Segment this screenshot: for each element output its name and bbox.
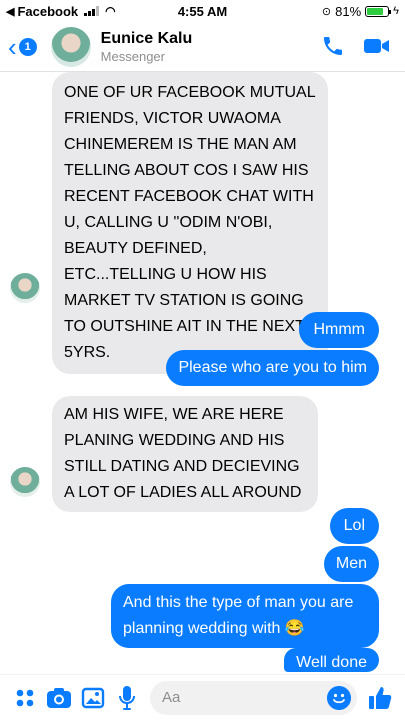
battery-percent: 81% bbox=[335, 3, 362, 19]
image-icon[interactable] bbox=[76, 681, 110, 715]
back-to-app-icon[interactable]: ◀ bbox=[6, 5, 14, 18]
composer-bar: Aa bbox=[0, 674, 405, 720]
message-outgoing[interactable]: Hmmm bbox=[299, 312, 379, 348]
emoji-icon[interactable] bbox=[327, 685, 351, 710]
thumbs-up-icon[interactable] bbox=[363, 681, 397, 715]
four-dots-icon[interactable] bbox=[8, 681, 42, 715]
conversation-header: ‹ 1 Eunice Kalu Messenger bbox=[0, 22, 405, 72]
alarm-icon: ⊙ bbox=[321, 5, 332, 18]
sender-avatar[interactable] bbox=[10, 467, 40, 497]
sender-avatar[interactable] bbox=[10, 273, 40, 303]
wifi-icon: ◠ bbox=[105, 4, 116, 18]
camera-icon[interactable] bbox=[42, 681, 76, 715]
status-left: ◀ Facebook ◠ bbox=[6, 4, 116, 19]
contact-info[interactable]: Eunice Kalu Messenger bbox=[101, 30, 193, 64]
status-bar: ◀ Facebook ◠ 4:55 AM ⊙ 81% ϟ bbox=[0, 0, 405, 22]
charging-icon: ϟ bbox=[393, 5, 399, 17]
signal-icon bbox=[84, 6, 100, 16]
chevron-left-icon[interactable]: ‹ bbox=[8, 34, 17, 60]
video-camera-icon[interactable] bbox=[363, 34, 391, 58]
battery-fill bbox=[367, 7, 384, 15]
message-outgoing[interactable]: Well done bbox=[284, 648, 379, 672]
message-outgoing[interactable]: Please who are you to him bbox=[166, 350, 379, 386]
message-incoming[interactable]: AM HIS WIFE, WE ARE HERE PLANING WEDDING… bbox=[52, 396, 318, 512]
microphone-icon[interactable] bbox=[110, 681, 144, 715]
message-outgoing[interactable]: Men bbox=[323, 546, 379, 582]
unread-count-badge[interactable]: 1 bbox=[18, 37, 37, 56]
contact-name[interactable]: Eunice Kalu bbox=[101, 30, 193, 48]
contact-subtitle: Messenger bbox=[100, 48, 165, 64]
avatar[interactable] bbox=[50, 26, 91, 67]
message-input-placeholder: Aa bbox=[162, 689, 181, 706]
back-button[interactable]: ‹ 1 bbox=[8, 34, 37, 60]
battery-icon bbox=[365, 5, 392, 17]
phone-icon[interactable] bbox=[321, 34, 345, 58]
message-input[interactable]: Aa bbox=[150, 680, 357, 715]
status-right: ⊙ 81% ϟ bbox=[322, 4, 399, 19]
message-outgoing[interactable]: Lol bbox=[329, 508, 379, 544]
message-incoming[interactable]: ONE OF UR FACEBOOK MUTUAL FRIENDS, VICTO… bbox=[52, 72, 328, 374]
back-to-app-label[interactable]: Facebook bbox=[17, 4, 78, 19]
message-outgoing[interactable]: And this the type of man you are plannin… bbox=[111, 584, 379, 648]
